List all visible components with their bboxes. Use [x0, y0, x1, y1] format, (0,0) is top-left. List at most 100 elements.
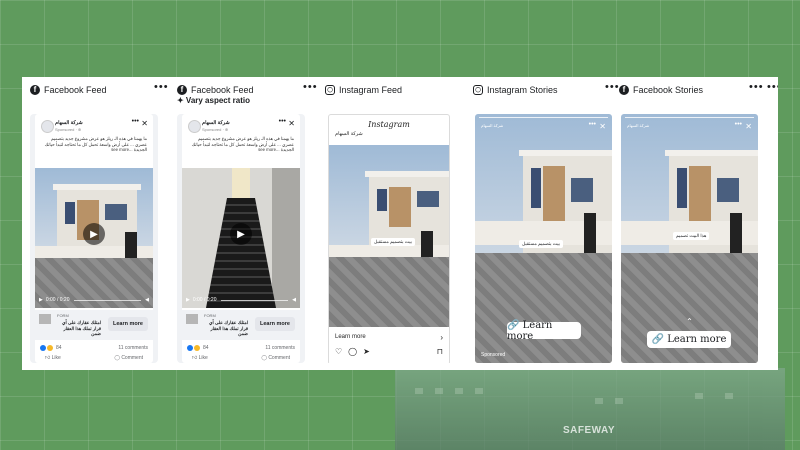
column-title: Instagram Feed: [339, 85, 403, 95]
sponsored-label: Sponsored · ⊕: [202, 127, 229, 132]
share-icon[interactable]: ➤: [363, 347, 370, 356]
cta-form-label: FORM: [57, 313, 69, 318]
play-icon[interactable]: ▶: [230, 223, 252, 245]
instagram-actions: ♡ ◯ ➤ ⊓: [335, 347, 443, 356]
sponsored-label: Sponsored · ⊕: [55, 127, 82, 132]
comment-button[interactable]: ◯ Comment: [114, 355, 143, 361]
more-options-icon[interactable]: •••: [605, 81, 620, 93]
background-building: [395, 368, 785, 450]
post-more-icon[interactable]: •••: [279, 118, 286, 125]
more-options-icon[interactable]: •••: [154, 81, 169, 93]
close-icon[interactable]: ✕: [599, 122, 606, 131]
page-avatar: [41, 120, 54, 133]
like-reaction-icon: [40, 345, 46, 351]
column-title: Facebook Feed: [191, 85, 254, 95]
page-name: شركة السهام: [335, 131, 363, 137]
facebook-post: شركة السهام Sponsored · ⊕ ••• ✕ ما يهمنا…: [182, 114, 300, 363]
video-progress[interactable]: [220, 299, 289, 301]
like-button[interactable]: 👍︎ Like: [192, 355, 208, 361]
instagram-icon: ◯: [325, 85, 335, 95]
vary-aspect-ratio-badge: ✦ Vary aspect ratio: [177, 96, 250, 105]
learn-more-sticker[interactable]: 🔗 Learn more: [647, 331, 731, 348]
heart-icon[interactable]: ♡: [335, 347, 342, 356]
learn-more-sticker[interactable]: 🔗 Learn more: [507, 320, 581, 342]
instagram-story-preview: شركة السهام ••• ✕ بيت بتصميم مستقبل 🔗 Le…: [473, 114, 614, 363]
column-header: ◯ Instagram Stories: [473, 83, 558, 97]
comment-icon[interactable]: ◯: [348, 347, 357, 356]
more-options-icon-next[interactable]: •••: [767, 81, 778, 93]
thumbs-up-icon: 👍︎: [45, 355, 51, 361]
facebook-feed-preview: شركة السهام Sponsored · ⊕ ••• ✕ ما يهمنا…: [30, 114, 158, 363]
reactions-row: 84 11 comments: [187, 345, 295, 351]
cta-row: FORM امتلك عقارك على أي قرار تملك هذا ال…: [182, 310, 300, 340]
column-title: Facebook Stories: [633, 85, 704, 95]
cta-thumbnail: [39, 314, 51, 324]
column-header: ◯ Instagram Feed: [325, 83, 402, 97]
video-overlay-text: بيت بتصميم مستقبل: [371, 238, 415, 246]
page-name: شركة السهام: [627, 123, 650, 128]
story-more-icon[interactable]: •••: [589, 121, 596, 128]
post-media[interactable]: بيت بتصميم مستقبل: [329, 145, 449, 327]
video-media[interactable]: ▶ ▶ 0:00 / 0:20 ◀: [35, 168, 153, 308]
comments-count[interactable]: 11 comments: [265, 345, 295, 351]
column-instagram-feed: ◯ Instagram Feed Instagram شركة السهام ب…: [325, 77, 463, 370]
placement-preview-panel: f Facebook Feed ••• شركة السهام Sponsore…: [22, 77, 778, 370]
page-name: شركة السهام: [481, 123, 504, 128]
cta-title: امتلك عقارك على أي قرار تملك هذا العقار …: [62, 320, 101, 336]
instagram-logo: Instagram: [368, 120, 410, 129]
page-name: شركة السهام: [55, 120, 83, 126]
more-options-icon[interactable]: •••: [303, 81, 318, 93]
learn-more-link[interactable]: Learn more: [335, 334, 366, 340]
post-body: ما يهمنا في هذه الـ ريلز هو عرض مشروع جد…: [44, 136, 147, 153]
comment-icon: ◯: [114, 355, 120, 361]
chevron-right-icon[interactable]: ›: [440, 333, 443, 342]
like-button[interactable]: 👍︎ Like: [45, 355, 61, 361]
story-more-icon[interactable]: •••: [735, 121, 742, 128]
instagram-post: Instagram شركة السهام بيت بتصميم مستقبل …: [328, 114, 450, 363]
post-body: ما يهمنا في هذه الـ ريلز هو عرض مشروع جد…: [191, 136, 294, 153]
page-name: شركة السهام: [202, 120, 230, 126]
story-media[interactable]: شركة السهام ••• ✕ هذا البيت تصميم ⌃ 🔗 Le…: [621, 114, 758, 363]
learn-more-button[interactable]: Learn more: [255, 317, 295, 331]
more-options-icon[interactable]: •••: [749, 81, 764, 93]
close-icon[interactable]: ✕: [745, 122, 752, 131]
facebook-icon: f: [619, 85, 629, 95]
house-image: [365, 171, 449, 245]
page-avatar: [188, 120, 201, 133]
story-progress: [625, 117, 754, 118]
swipe-up-icon[interactable]: ⌃: [621, 317, 758, 326]
sponsored-label: Sponsored: [481, 352, 506, 358]
column-facebook-feed-1: f Facebook Feed ••• شركة السهام Sponsore…: [30, 77, 168, 370]
story-progress: [479, 117, 608, 118]
facebook-post: شركة السهام Sponsored · ⊕ ••• ✕ ما يهمنا…: [35, 114, 153, 363]
story-media[interactable]: شركة السهام ••• ✕ بيت بتصميم مستقبل 🔗 Le…: [475, 114, 612, 363]
column-title: Instagram Stories: [487, 85, 558, 95]
post-more-icon[interactable]: •••: [132, 118, 139, 125]
close-icon[interactable]: ✕: [288, 119, 295, 128]
play-small-icon[interactable]: ▶: [186, 297, 190, 303]
background-sign: SAFEWAY: [563, 425, 616, 436]
video-media[interactable]: ▶ ▶ 0:00 / 0:20 ◀: [182, 168, 300, 308]
comments-count[interactable]: 11 comments: [118, 345, 148, 351]
post-header: شركة السهام Sponsored · ⊕ ••• ✕ ما يهمنا…: [35, 114, 153, 168]
close-icon[interactable]: ✕: [141, 119, 148, 128]
cta-thumbnail: [186, 314, 198, 324]
play-icon[interactable]: ▶: [83, 223, 105, 245]
column-header: f Facebook Feed: [30, 83, 107, 97]
play-small-icon[interactable]: ▶: [39, 297, 43, 303]
video-overlay-text: بيت بتصميم مستقبل: [519, 240, 563, 248]
bookmark-icon[interactable]: ⊓: [437, 347, 443, 356]
volume-icon[interactable]: ◀: [145, 297, 149, 303]
video-controls[interactable]: ▶ 0:00 / 0:20 ◀: [186, 296, 296, 304]
comment-button[interactable]: ◯ Comment: [261, 355, 290, 361]
learn-more-button[interactable]: Learn more: [108, 317, 148, 331]
video-progress[interactable]: [73, 299, 142, 301]
column-facebook-stories: f Facebook Stories ••• ••• شركة السهام •…: [619, 77, 778, 370]
volume-icon[interactable]: ◀: [292, 297, 296, 303]
video-time: 0:00 / 0:20: [192, 297, 217, 303]
like-reaction-icon: [187, 345, 193, 351]
instagram-feed-preview: Instagram شركة السهام بيت بتصميم مستقبل …: [325, 114, 455, 363]
thumbs-up-icon: 👍︎: [192, 355, 198, 361]
video-controls[interactable]: ▶ 0:00 / 0:20 ◀: [39, 296, 149, 304]
column-facebook-feed-2: f Facebook Feed ••• ✦ Vary aspect ratio …: [177, 77, 318, 370]
